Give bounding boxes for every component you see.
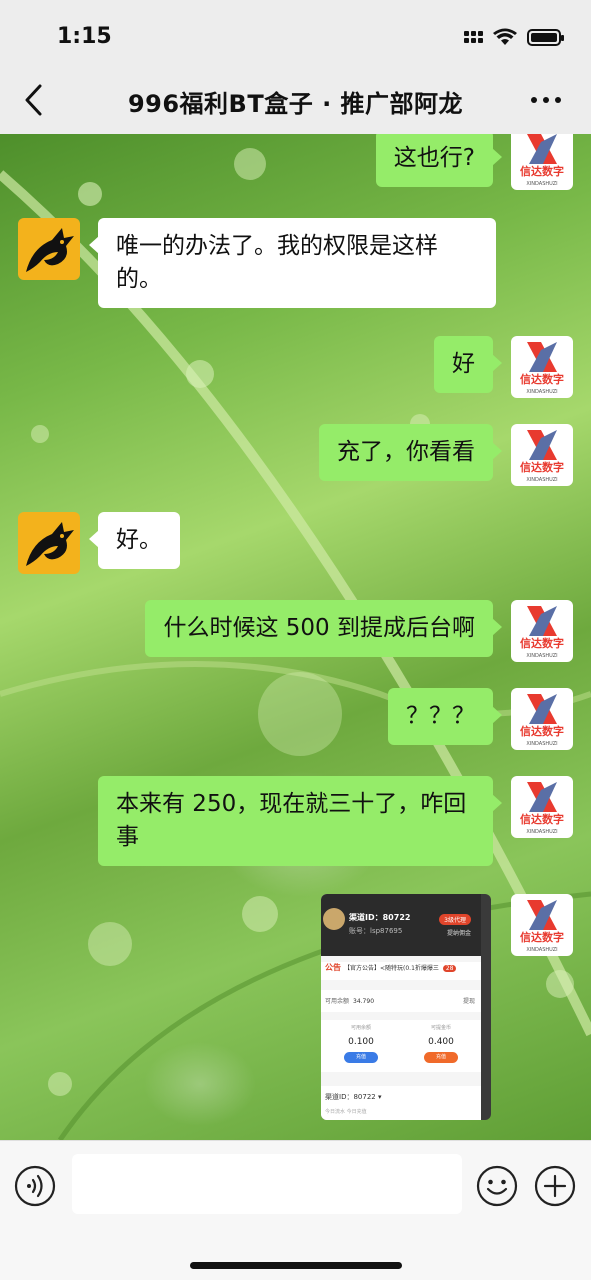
xinda-logo-icon: 信达数字 XINDASHUZI <box>520 430 564 483</box>
message-bubble-contact[interactable]: 唯一的办法了。我的权限是这样的。 <box>89 218 496 308</box>
preview-card: 可提金币 0.400 充值 <box>401 1020 481 1072</box>
status-icons <box>464 28 564 46</box>
top-bar: 1:15 996福利BT盒子 · 推广部阿龙 <box>0 0 591 134</box>
status-time: 1:15 <box>57 24 112 49</box>
preview-card-label: 可用余额 <box>350 1025 371 1031</box>
avatar-contact[interactable] <box>18 218 80 280</box>
message-bubble-self[interactable]: 好 <box>434 336 502 393</box>
preview-notice: 公告 【官方公告】<随特玩(0.1折爆爆三 28 <box>321 962 481 980</box>
preview-balance: 可用余额 34.790 提现 <box>321 990 481 1012</box>
wifi-icon <box>493 28 517 45</box>
preview-footer: 渠道ID：80722 ▾ 今日流水 今日充值 <box>321 1086 481 1120</box>
message-bubble-self[interactable]: 这也行? <box>375 134 503 187</box>
preview-card: 可用余额 0.100 充值 <box>321 1020 401 1072</box>
battery-icon <box>527 28 564 46</box>
avatar-self[interactable]: 信达数字 XINDASHUZI <box>511 336 573 398</box>
xinda-sub-text: XINDASHUZI <box>526 741 557 747</box>
avatar-self[interactable]: 信达数字 XINDASHUZI <box>511 688 573 750</box>
preview-card-value: 0.400 <box>428 1037 454 1047</box>
xinda-brand-text: 信达数字 <box>520 636 564 650</box>
preview-footer-channel: 渠道ID：80722 ▾ <box>325 1093 382 1101</box>
xinda-logo-icon: 信达数字 XINDASHUZI <box>520 342 564 395</box>
preview-withdraw: 提现 <box>462 998 475 1005</box>
preview-card-label: 可提金币 <box>430 1025 451 1031</box>
preview-notice-label: 公告 <box>325 963 341 972</box>
dragon-avatar-icon <box>26 522 74 566</box>
avatar-self[interactable]: 信达数字 XINDASHUZI <box>511 134 573 190</box>
preview-card-button: 充值 <box>344 1052 378 1063</box>
xinda-logo-icon: 信达数字 XINDASHUZI <box>520 134 564 187</box>
preview-notice-count: 28 <box>442 965 457 972</box>
chat-area[interactable]: 这也行? 信达数字 XINDASHUZI 唯一的办法了。我的权限是这样的。 好 <box>0 134 591 1140</box>
avatar-self[interactable]: 信达数字 XINDASHUZI <box>511 776 573 838</box>
message-bubble-self[interactable]: ？？？ <box>388 688 502 745</box>
image-message-thumbnail[interactable]: 渠道ID：80722 账号：lsp87695 3级代理 提纳佣金 公告 【官方公告… <box>321 894 491 1120</box>
xinda-sub-text: XINDASHUZI <box>526 181 557 187</box>
preview-level-badge: 3级代理 <box>439 914 471 925</box>
xinda-brand-text: 信达数字 <box>520 812 564 826</box>
xinda-sub-text: XINDASHUZI <box>526 389 557 395</box>
xinda-logo-icon: 信达数字 XINDASHUZI <box>520 694 564 747</box>
xinda-brand-text: 信达数字 <box>520 460 564 474</box>
xinda-brand-text: 信达数字 <box>520 372 564 386</box>
xinda-sub-text: XINDASHUZI <box>526 653 557 659</box>
message-input[interactable] <box>72 1154 462 1214</box>
chat-title: 996福利BT盒子 · 推广部阿龙 <box>127 90 464 118</box>
xinda-sub-text: XINDASHUZI <box>526 477 557 483</box>
xinda-logo-icon: 信达数字 XINDASHUZI <box>520 900 564 953</box>
xinda-brand-text: 信达数字 <box>520 724 564 738</box>
home-indicator <box>190 1262 402 1269</box>
avatar-contact[interactable] <box>18 512 80 574</box>
xinda-logo-icon: 信达数字 XINDASHUZI <box>520 606 564 659</box>
preview-footer-sub: 今日流水 今日充值 <box>325 1109 367 1115</box>
message-bubble-self[interactable]: 什么时候这 500 到提成后台啊 <box>145 600 502 657</box>
more-options-button[interactable] <box>529 88 563 112</box>
preview-balance-value: 34.790 <box>353 998 375 1005</box>
preview-card-value: 0.100 <box>348 1037 374 1047</box>
preview-balance-label: 可用余额 <box>325 998 350 1005</box>
emoji-button[interactable] <box>476 1165 518 1207</box>
preview-cards: 可用余额 0.100 充值 可提金币 0.400 充值 <box>321 1020 481 1072</box>
preview-notice-text: 【官方公告】<随特玩(0.1折爆爆三 <box>344 965 439 972</box>
xinda-sub-text: XINDASHUZI <box>526 829 557 835</box>
message-bubble-self[interactable]: 充了，你看看 <box>319 424 502 481</box>
preview-avatar <box>323 908 345 930</box>
preview-commission-link: 提纳佣金 <box>446 930 471 937</box>
dragon-avatar-icon <box>26 228 74 272</box>
xinda-brand-text: 信达数字 <box>520 164 564 178</box>
xinda-brand-text: 信达数字 <box>520 930 564 944</box>
preview-account: 账号：lsp87695 <box>349 927 403 935</box>
screenshot-preview: 渠道ID：80722 账号：lsp87695 3级代理 提纳佣金 公告 【官方公告… <box>321 894 481 1120</box>
avatar-self[interactable]: 信达数字 XINDASHUZI <box>511 894 573 956</box>
message-bubble-contact[interactable]: 好。 <box>89 512 180 569</box>
cellular-signal-icon <box>464 31 483 43</box>
preview-header: 渠道ID：80722 账号：lsp87695 3级代理 提纳佣金 <box>321 894 481 956</box>
avatar-self[interactable]: 信达数字 XINDASHUZI <box>511 424 573 486</box>
more-functions-button[interactable] <box>534 1165 576 1207</box>
voice-input-button[interactable] <box>14 1165 56 1207</box>
back-button[interactable] <box>18 80 50 120</box>
avatar-self[interactable]: 信达数字 XINDASHUZI <box>511 600 573 662</box>
xinda-sub-text: XINDASHUZI <box>526 947 557 953</box>
message-bubble-self[interactable]: 本来有 250，现在就三十了，咋回事 <box>98 776 502 866</box>
preview-channel-id: 渠道ID：80722 <box>349 913 411 922</box>
preview-card-button: 充值 <box>424 1052 458 1063</box>
input-bar <box>0 1140 591 1280</box>
xinda-logo-icon: 信达数字 XINDASHUZI <box>520 782 564 835</box>
